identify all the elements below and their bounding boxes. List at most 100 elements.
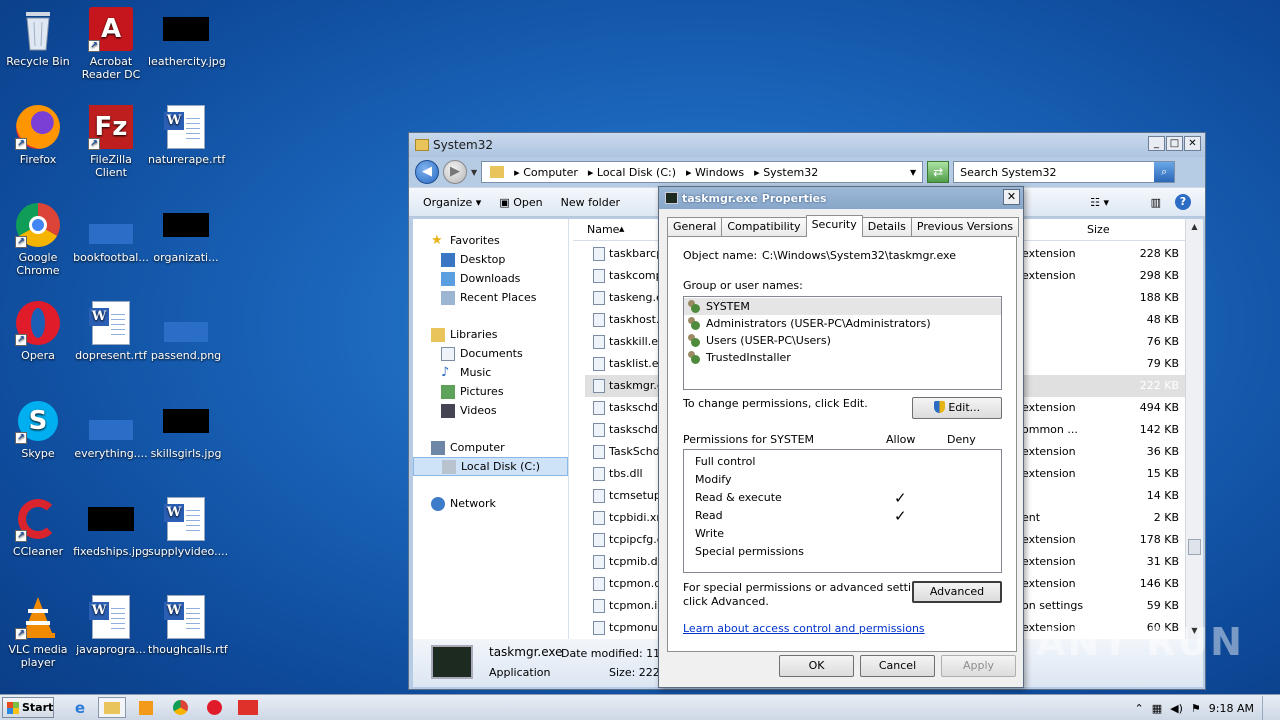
desktop-icon-javaprogra[interactable]: W javaprogra... bbox=[73, 594, 149, 656]
advanced-button[interactable]: Advanced bbox=[912, 581, 1002, 603]
ok-button[interactable]: OK bbox=[779, 655, 854, 677]
user-row-trustedinstaller[interactable]: TrustedInstaller bbox=[684, 349, 1001, 366]
edit-button[interactable]: Edit... bbox=[912, 397, 1002, 419]
desktop-icon-filezilla[interactable]: Fz ↗ FileZilla Client bbox=[73, 104, 149, 179]
chevron-down-icon[interactable]: ▼ bbox=[910, 168, 916, 177]
nav-libraries[interactable]: Libraries bbox=[413, 325, 568, 344]
desktop-icon-passend[interactable]: passend.png bbox=[148, 300, 224, 362]
desktop-icon-fixedships[interactable]: fixedships.jpg bbox=[73, 496, 149, 558]
file-icon bbox=[593, 467, 605, 481]
file-icon bbox=[593, 489, 605, 503]
forward-button[interactable]: ▶ bbox=[443, 160, 467, 184]
show-desktop-button[interactable] bbox=[1262, 696, 1272, 720]
scrollbar-thumb[interactable] bbox=[1188, 539, 1201, 555]
tab-compatibility[interactable]: Compatibility bbox=[721, 217, 807, 237]
preview-pane-icon[interactable]: ▥ bbox=[1151, 196, 1161, 209]
new-folder-button[interactable]: New folder bbox=[561, 196, 620, 209]
permission-row: Read ✓ bbox=[695, 507, 907, 525]
user-row-system[interactable]: SYSTEM bbox=[684, 298, 1001, 315]
desktop-icon-skype[interactable]: S ↗ Skype bbox=[0, 398, 76, 460]
network-tray-icon[interactable]: ▦ bbox=[1152, 702, 1162, 715]
nav-music[interactable]: ♪ Music bbox=[413, 363, 568, 382]
desktop-icon-recycle-bin[interactable]: Recycle Bin bbox=[0, 6, 76, 68]
clock[interactable]: 9:18 AM bbox=[1209, 702, 1254, 715]
nav-pictures[interactable]: Pictures bbox=[413, 382, 568, 401]
tab-security[interactable]: Security bbox=[805, 215, 863, 237]
scroll-up-icon[interactable]: ▲ bbox=[1186, 219, 1203, 235]
desktop-icon-naturerape[interactable]: W naturerape.rtf bbox=[148, 104, 225, 166]
nav-desktop[interactable]: Desktop bbox=[413, 250, 568, 269]
anyrun-taskbar-icon[interactable] bbox=[234, 697, 262, 718]
nav-recent-places[interactable]: Recent Places bbox=[413, 288, 568, 307]
opera-taskbar-icon[interactable] bbox=[200, 697, 228, 718]
desktop-icon-organizati[interactable]: organizati... bbox=[148, 202, 224, 264]
desktop-icon-ccleaner[interactable]: ↗ CCleaner bbox=[0, 496, 76, 558]
desktop-icon-skillsgirls[interactable]: skillsgirls.jpg bbox=[148, 398, 224, 460]
ie-taskbar-icon[interactable]: e bbox=[66, 697, 94, 718]
file-list-scrollbar[interactable]: ▲ ▼ bbox=[1185, 219, 1203, 639]
learn-more-link[interactable]: Learn about access control and permissio… bbox=[683, 622, 925, 635]
tray-expand-icon[interactable]: ⌃ bbox=[1135, 702, 1144, 715]
view-options-icon[interactable]: ☷ ▾ bbox=[1090, 196, 1109, 209]
properties-dialog[interactable]: taskmgr.exe Properties ✕ General Compati… bbox=[658, 186, 1024, 688]
image-thumb-icon bbox=[88, 496, 134, 542]
desktop-icon-acrobat[interactable]: A ↗ Acrobat Reader DC bbox=[73, 6, 149, 81]
open-button[interactable]: ▣ Open bbox=[499, 196, 542, 209]
address-bar[interactable]: ▸ Computer ▸ Local Disk (C:) ▸ Windows ▸… bbox=[481, 161, 924, 183]
desktop-icon-dopresent[interactable]: W dopresent.rtf bbox=[73, 300, 149, 362]
desktop-icon-bookfootball[interactable]: bookfootbal... bbox=[73, 202, 149, 264]
user-list[interactable]: SYSTEM Administrators (USER-PC\Administr… bbox=[683, 296, 1002, 390]
desktop-icon-chrome[interactable]: ↗ Google Chrome bbox=[0, 202, 76, 277]
explorer-titlebar[interactable]: System32 _ □ ✕ bbox=[409, 133, 1205, 157]
desktop-icon-label: fixedships.jpg bbox=[73, 545, 149, 558]
refresh-button[interactable]: ⇄ bbox=[927, 161, 950, 183]
breadcrumb-item[interactable]: ▸ Local Disk (C:) bbox=[588, 166, 676, 179]
minimize-button[interactable]: _ bbox=[1148, 136, 1165, 151]
desktop-icon-everything[interactable]: everything.... bbox=[73, 398, 149, 460]
nav-documents[interactable]: Documents bbox=[413, 344, 568, 363]
tab-general[interactable]: General bbox=[667, 217, 723, 237]
desktop-icon-firefox[interactable]: ↗ Firefox bbox=[0, 104, 76, 166]
user-row-users[interactable]: Users (USER-PC\Users) bbox=[684, 332, 1001, 349]
cancel-button[interactable]: Cancel bbox=[860, 655, 935, 677]
dialog-titlebar[interactable]: taskmgr.exe Properties ✕ bbox=[659, 187, 1023, 209]
desktop-icon-leathercity[interactable]: leathercity.jpg bbox=[148, 6, 226, 68]
nav-local-disk[interactable]: Local Disk (C:) bbox=[413, 457, 568, 476]
search-icon[interactable]: ⌕ bbox=[1154, 162, 1175, 182]
nav-downloads[interactable]: Downloads bbox=[413, 269, 568, 288]
media-player-taskbar-icon[interactable] bbox=[132, 697, 160, 718]
maximize-button[interactable]: □ bbox=[1166, 136, 1183, 151]
tab-previous-versions[interactable]: Previous Versions bbox=[910, 217, 1020, 237]
column-size[interactable]: Size bbox=[1087, 223, 1110, 236]
column-name[interactable]: Name bbox=[587, 223, 619, 236]
search-input[interactable]: Search System32 ⌕ bbox=[953, 161, 1176, 183]
back-button[interactable]: ◀ bbox=[415, 160, 439, 184]
action-center-icon[interactable]: ⚑ bbox=[1191, 702, 1201, 715]
tab-details[interactable]: Details bbox=[861, 217, 912, 237]
apply-button[interactable]: Apply bbox=[941, 655, 1016, 677]
user-row-administrators[interactable]: Administrators (USER-PC\Administrators) bbox=[684, 315, 1001, 332]
breadcrumb-item[interactable]: ▸ System32 bbox=[754, 166, 818, 179]
word-doc-icon: W bbox=[88, 594, 134, 640]
desktop-icon-opera[interactable]: ↗ Opera bbox=[0, 300, 76, 362]
breadcrumb-item[interactable]: ▸ Computer bbox=[514, 166, 578, 179]
desktop-icon-vlc[interactable]: ↗ VLC media player bbox=[0, 594, 76, 669]
chrome-taskbar-icon[interactable] bbox=[166, 697, 194, 718]
breadcrumb-item[interactable]: ▸ Windows bbox=[686, 166, 744, 179]
nav-videos[interactable]: Videos bbox=[413, 401, 568, 420]
close-button[interactable]: ✕ bbox=[1184, 136, 1201, 151]
start-button[interactable]: Start bbox=[2, 697, 54, 718]
nav-favorites[interactable]: ★ Favorites bbox=[413, 231, 568, 250]
organize-button[interactable]: Organize ▾ bbox=[423, 196, 481, 209]
desktop-icon-supplyvideo[interactable]: W supplyvideo.... bbox=[148, 496, 228, 558]
help-icon[interactable]: ? bbox=[1175, 194, 1191, 210]
file-size: 48 KB bbox=[1146, 313, 1179, 326]
nav-computer[interactable]: Computer bbox=[413, 438, 568, 457]
vlc-icon: ↗ bbox=[15, 594, 61, 640]
dialog-close-button[interactable]: ✕ bbox=[1003, 189, 1020, 205]
explorer-taskbar-icon[interactable] bbox=[98, 697, 126, 718]
nav-network[interactable]: Network bbox=[413, 494, 568, 513]
chevron-down-icon[interactable]: ▼ bbox=[471, 168, 477, 177]
volume-icon[interactable]: ◀) bbox=[1170, 702, 1183, 715]
desktop-icon-thoughcalls[interactable]: W thoughcalls.rtf bbox=[148, 594, 228, 656]
